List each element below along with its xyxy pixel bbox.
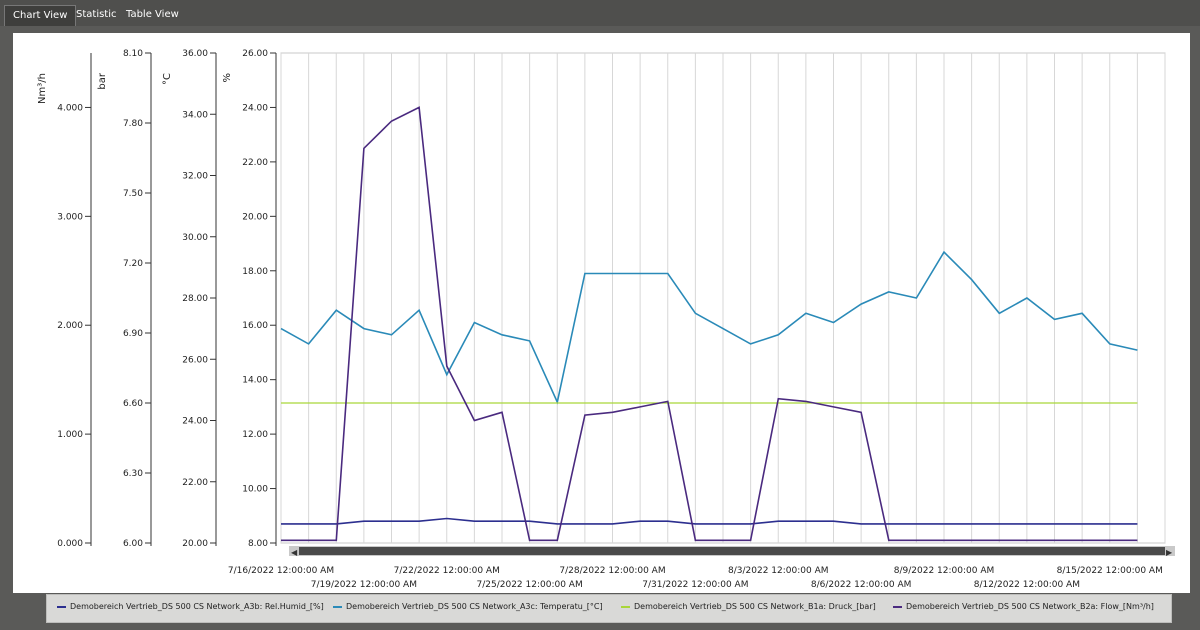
y-tick-label: 24.00 xyxy=(182,417,208,427)
y-axis-label: °C xyxy=(162,73,173,85)
tab-table-view[interactable]: Table View xyxy=(118,5,187,25)
legend-item-rel-humid: Demobereich Vertrieb_DS 500 CS Network_A… xyxy=(57,602,324,611)
y-tick-label: 4.000 xyxy=(57,103,83,113)
y-tick-label: 7.80 xyxy=(123,119,143,129)
y-tick-label: 8.00 xyxy=(248,539,268,549)
y-axis-label: % xyxy=(222,73,233,83)
y-tick-label: 10.00 xyxy=(242,485,268,495)
y-axis-label: Nm³/h xyxy=(37,73,48,104)
y-tick-label: 6.30 xyxy=(123,469,143,479)
legend-item-temperatur: Demobereich Vertrieb_DS 500 CS Network_A… xyxy=(333,602,603,611)
legend-item-druck: Demobereich Vertrieb_DS 500 CS Network_B… xyxy=(621,602,876,611)
scroll-left-arrow: ◀ xyxy=(291,548,298,557)
y-tick-label: 0.000 xyxy=(57,539,83,549)
y-tick-label: 16.00 xyxy=(242,321,268,331)
y-tick-label: 20.00 xyxy=(182,539,208,549)
x-tick-label: 7/19/2022 12:00:00 AM xyxy=(311,580,417,590)
y-tick-label: 6.90 xyxy=(123,329,143,339)
y-tick-label: 14.00 xyxy=(242,376,268,386)
x-tick-label: 8/15/2022 12:00:00 AM xyxy=(1057,566,1163,576)
y-tick-label: 26.00 xyxy=(182,355,208,365)
y-tick-label: 22.00 xyxy=(242,158,268,168)
y-tick-label: 3.000 xyxy=(57,212,83,222)
y-tick-label: 12.00 xyxy=(242,430,268,440)
legend-swatch xyxy=(893,605,902,608)
legend-label: Demobereich Vertrieb_DS 500 CS Network_A… xyxy=(346,602,603,611)
y-tick-label: 18.00 xyxy=(242,267,268,277)
x-tick-label: 7/31/2022 12:00:00 AM xyxy=(642,580,748,590)
y-tick-label: 32.00 xyxy=(182,172,208,182)
x-tick-label: 7/25/2022 12:00:00 AM xyxy=(477,580,583,590)
y-tick-label: 6.60 xyxy=(123,399,143,409)
legend-swatch xyxy=(621,605,630,608)
x-tick-label: 8/9/2022 12:00:00 AM xyxy=(894,566,995,576)
y-tick-label: 7.20 xyxy=(123,259,143,269)
scroll-right-arrow: ▶ xyxy=(1166,548,1173,557)
x-tick-label: 8/3/2022 12:00:00 AM xyxy=(728,566,829,576)
y-tick-label: 28.00 xyxy=(182,294,208,304)
y-tick-label: 30.00 xyxy=(182,233,208,243)
x-tick-label: 7/22/2022 12:00:00 AM xyxy=(394,566,500,576)
y-tick-label: 2.000 xyxy=(57,321,83,331)
legend-label: Demobereich Vertrieb_DS 500 CS Network_B… xyxy=(906,602,1154,611)
line-chart: Nm³/h 0.000 1.000 2.000 3.000 4.000 bar 6.00 6.3… xyxy=(37,49,1175,590)
x-tick-label: 7/28/2022 12:00:00 AM xyxy=(559,566,665,576)
y-tick-label: 34.00 xyxy=(182,110,208,120)
x-tick-label: 8/6/2022 12:00:00 AM xyxy=(811,580,912,590)
tab-statistic[interactable]: Statistic xyxy=(68,5,125,25)
y-tick-label: 20.00 xyxy=(242,212,268,222)
y-tick-label: 26.00 xyxy=(242,49,268,59)
legend-label: Demobereich Vertrieb_DS 500 CS Network_B… xyxy=(634,602,876,611)
tab-chart-view[interactable]: Chart View xyxy=(4,5,77,26)
y-axis-label: bar xyxy=(97,72,108,89)
x-tick-label: 7/16/2022 12:00:00 AM xyxy=(228,566,334,576)
legend-item-flow: Demobereich Vertrieb_DS 500 CS Network_B… xyxy=(893,602,1154,611)
y-tick-label: 22.00 xyxy=(182,478,208,488)
y-tick-label: 8.10 xyxy=(123,49,143,59)
legend-label: Demobereich Vertrieb_DS 500 CS Network_A… xyxy=(70,602,324,611)
legend-swatch xyxy=(57,605,66,608)
chart-panel: Nm³/h 0.000 1.000 2.000 3.000 4.000 bar 6.00 6.3… xyxy=(13,33,1190,593)
y-tick-label: 7.50 xyxy=(123,189,143,199)
h-scrollbar-thumb xyxy=(299,547,1165,555)
tab-bar: Chart View Statistic Table View xyxy=(0,0,1200,26)
legend-swatch xyxy=(333,605,342,608)
x-tick-label: 8/12/2022 12:00:00 AM xyxy=(974,580,1080,590)
y-tick-label: 24.00 xyxy=(242,103,268,113)
y-tick-label: 6.00 xyxy=(123,539,143,549)
chart-legend: Demobereich Vertrieb_DS 500 CS Network_A… xyxy=(46,594,1172,623)
y-tick-label: 36.00 xyxy=(182,49,208,59)
y-tick-label: 1.000 xyxy=(57,430,83,440)
